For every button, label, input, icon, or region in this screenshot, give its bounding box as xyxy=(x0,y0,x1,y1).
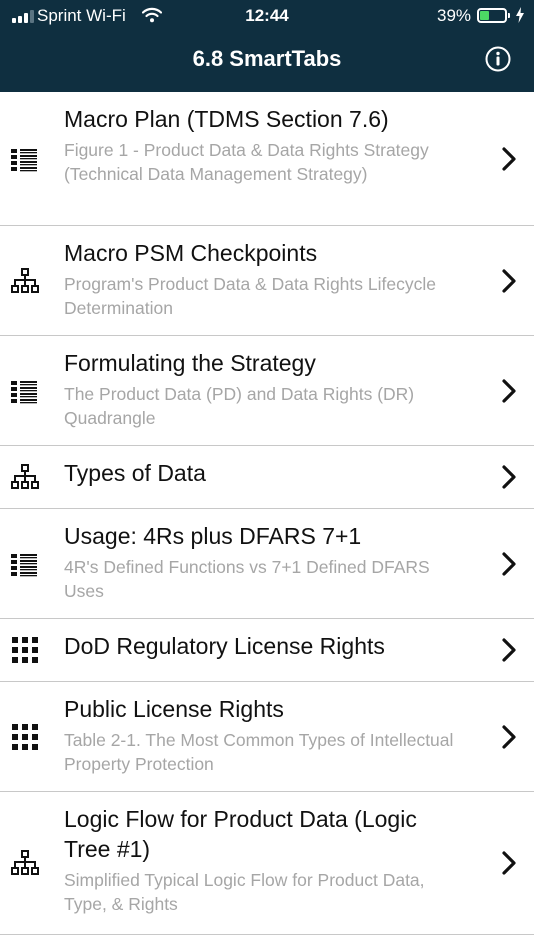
chevron-right-icon xyxy=(502,146,516,171)
chevron-right-icon xyxy=(502,724,516,749)
page-title: 6.8 SmartTabs xyxy=(192,46,342,71)
list-item-macro-psm-checkpoints[interactable]: Macro PSM Checkpoints Program's Product … xyxy=(0,226,534,336)
list-icon xyxy=(11,553,37,576)
list-item-subtitle: Table 2-1. The Most Common Types of Inte… xyxy=(64,730,454,774)
hierarchy-icon xyxy=(11,464,39,489)
list-item-types-of-data[interactable]: Types of Data xyxy=(0,446,534,509)
grid-icon xyxy=(12,637,38,663)
chevron-right-icon xyxy=(502,465,516,489)
list-item-macro-plan[interactable]: Macro Plan (TDMS Section 7.6) Figure 1 -… xyxy=(0,92,534,226)
list-item-title: Macro PSM Checkpoints xyxy=(64,240,318,266)
chevron-right-icon xyxy=(502,378,516,403)
battery-percentage: 39% xyxy=(437,6,472,25)
chevron-right-icon xyxy=(502,551,516,576)
battery-level-fill xyxy=(480,11,490,20)
chevron-right-icon xyxy=(502,638,516,662)
list-icon xyxy=(11,380,37,403)
list-item-formulating-the-strategy[interactable]: Formulating the Strategy The Product Dat… xyxy=(0,336,534,446)
navigation-header: Sprint Wi-Fi 12:44 39% 6.8 SmartTabs xyxy=(0,0,534,92)
list-item-title: Usage: 4Rs plus DFARS 7+1 xyxy=(64,523,362,549)
list-item-dod-regulatory-license-rights[interactable]: DoD Regulatory License Rights xyxy=(0,619,534,682)
list-item-subtitle: 4R's Defined Functions vs 7+1 Defined DF… xyxy=(64,557,430,601)
hierarchy-icon xyxy=(11,850,39,875)
list-item-title: Formulating the Strategy xyxy=(64,350,316,376)
hierarchy-icon xyxy=(11,267,39,293)
list-item-subtitle: Program's Product Data & Data Rights Lif… xyxy=(64,274,436,318)
info-circle-icon[interactable] xyxy=(485,46,511,72)
charging-bolt-icon xyxy=(516,7,524,23)
chevron-right-icon xyxy=(502,268,516,293)
battery-icon xyxy=(477,8,507,23)
smarttabs-list: Macro Plan (TDMS Section 7.6) Figure 1 -… xyxy=(0,92,534,935)
list-item-subtitle: Simplified Typical Logic Flow for Produc… xyxy=(64,870,425,914)
list-item-logic-flow-product-data[interactable]: Logic Flow for Product Data (Logic Tree … xyxy=(0,792,534,935)
list-item-title: Public License Rights xyxy=(64,696,284,722)
list-item-title: DoD Regulatory License Rights xyxy=(64,633,385,659)
list-item-usage-4rs[interactable]: Usage: 4Rs plus DFARS 7+1 4R's Defined F… xyxy=(0,509,534,619)
list-item-subtitle: The Product Data (PD) and Data Rights (D… xyxy=(64,384,415,428)
list-item-public-license-rights[interactable]: Public License Rights Table 2-1. The Mos… xyxy=(0,682,534,792)
status-bar: Sprint Wi-Fi 12:44 39% xyxy=(0,0,534,34)
list-item-subtitle: Figure 1 - Product Data & Data Rights St… xyxy=(64,140,429,184)
list-icon xyxy=(11,148,37,171)
grid-icon xyxy=(12,723,38,750)
list-item-title: Macro Plan (TDMS Section 7.6) xyxy=(64,106,389,132)
battery-tip xyxy=(508,13,510,18)
chevron-right-icon xyxy=(502,851,516,875)
list-item-title: Logic Flow for Product Data (Logic Tree … xyxy=(64,806,417,862)
list-item-title: Types of Data xyxy=(64,460,206,486)
